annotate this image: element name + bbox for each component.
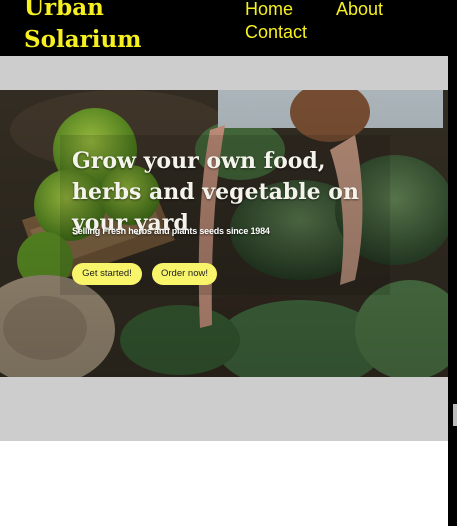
- nav-link-contact[interactable]: Contact: [245, 21, 307, 43]
- brand-logo[interactable]: Urban Solarium: [24, 0, 142, 56]
- brand-line1: Urban: [24, 0, 104, 21]
- brand-line2: Solarium: [24, 26, 142, 53]
- top-band: [0, 56, 448, 90]
- nav-link-home[interactable]: Home: [245, 0, 293, 20]
- bottom-band: [0, 377, 448, 441]
- hero-banner: Grow your own food, herbs and vegetable …: [0, 90, 448, 377]
- order-now-button[interactable]: Order now!: [152, 263, 217, 285]
- hero-subtitle: Selling Fresh herbs and plants seeds sin…: [72, 226, 270, 236]
- get-started-button[interactable]: Get started!: [72, 263, 142, 285]
- navbar: Urban Solarium Home About Contact: [0, 0, 448, 56]
- scrollbar-thumb[interactable]: [453, 404, 457, 426]
- scrollbar-track[interactable]: [448, 0, 457, 526]
- nav-link-about[interactable]: About: [336, 0, 383, 20]
